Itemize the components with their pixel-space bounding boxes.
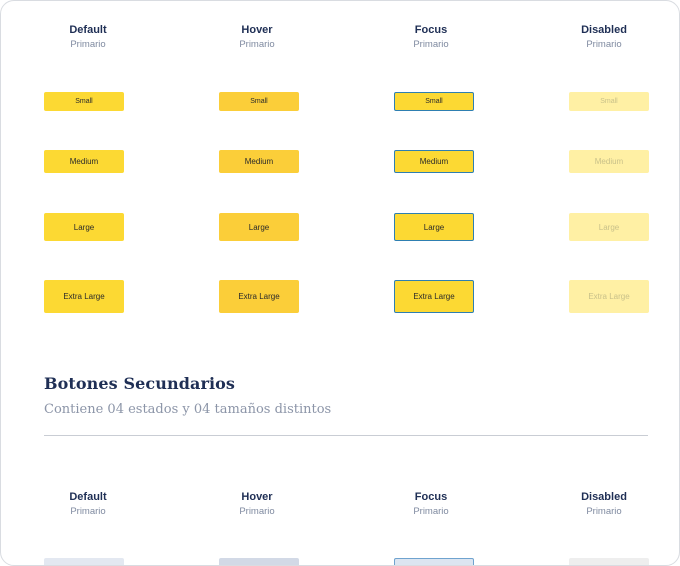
secondary-button-small-disabled [569,558,649,565]
primary-button-medium-default[interactable]: Medium [44,150,124,173]
secondary-button-small-default[interactable] [44,558,124,565]
primary-button-xl-hover[interactable]: Extra Large [219,280,299,313]
secondary-button-small-hover[interactable] [219,558,299,565]
primary-button-small-default[interactable]: Small [44,92,124,111]
component-sheet: Default Primario Hover Primario Focus Pr… [0,0,680,566]
primary-button-small-hover[interactable]: Small [219,92,299,111]
secondary-column-header-hover: Hover Primario [197,490,317,518]
primary-button-large-default[interactable]: Large [44,213,124,241]
state-label: Focus [414,491,448,503]
state-label: Disabled [581,24,627,36]
section-title: Botones Secundarios [44,374,236,393]
variant-label: Primario [586,39,622,50]
secondary-button-small-focus[interactable] [394,558,474,565]
primary-button-medium-disabled: Medium [569,150,649,173]
primary-button-large-hover[interactable]: Large [219,213,299,241]
state-label: Hover [241,491,273,503]
secondary-column-header-disabled: Disabled Primario [544,490,664,518]
state-label: Hover [241,24,273,36]
primary-button-large-focus[interactable]: Large [394,213,474,241]
variant-label: Primario [413,39,449,50]
primary-button-medium-hover[interactable]: Medium [219,150,299,173]
variant-label: Primario [586,506,622,517]
primary-button-xl-disabled: Extra Large [569,280,649,313]
secondary-column-header-focus: Focus Primario [371,490,491,518]
variant-label: Primario [239,39,275,50]
variant-label: Primario [239,506,275,517]
primary-button-xl-focus[interactable]: Extra Large [394,280,474,313]
column-header-disabled: Disabled Primario [544,23,664,51]
primary-button-medium-focus[interactable]: Medium [394,150,474,173]
state-label: Default [69,491,107,503]
primary-button-large-disabled: Large [569,213,649,241]
section-divider [44,435,648,436]
secondary-column-header-default: Default Primario [28,490,148,518]
variant-label: Primario [413,506,449,517]
column-header-focus: Focus Primario [371,23,491,51]
primary-button-small-disabled: Small [569,92,649,111]
primary-button-small-focus[interactable]: Small [394,92,474,111]
variant-label: Primario [70,39,106,50]
column-header-hover: Hover Primario [197,23,317,51]
column-header-default: Default Primario [28,23,148,51]
section-subtitle: Contiene 04 estados y 04 tamaños distint… [44,402,332,417]
variant-label: Primario [70,506,106,517]
state-label: Default [69,24,107,36]
state-label: Focus [414,24,448,36]
state-label: Disabled [581,491,627,503]
primary-button-xl-default[interactable]: Extra Large [44,280,124,313]
